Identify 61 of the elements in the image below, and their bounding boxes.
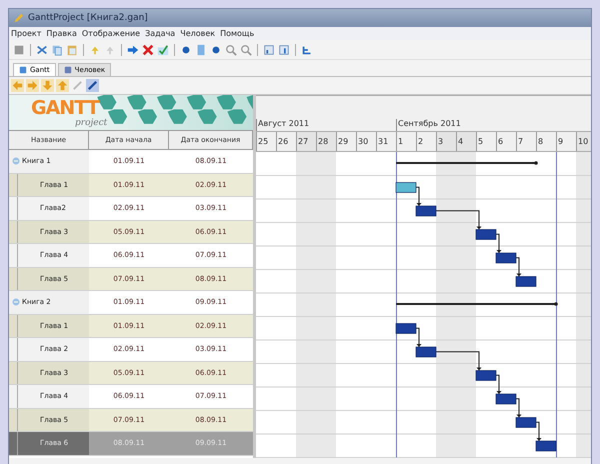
dependency-arrow [516,257,522,277]
day-header: 10 [576,132,591,151]
down-arrow-icon[interactable] [41,79,54,92]
arrow-icon[interactable] [127,44,139,56]
zoom-out-icon[interactable] [240,44,252,56]
day-header: 25 [256,132,276,151]
day-header: 30 [356,132,376,151]
day-header: 31 [376,132,396,151]
task-bar[interactable] [496,394,516,404]
task-bar[interactable] [516,417,536,428]
day-header: 1 [396,132,416,151]
menu-item[interactable]: Отображение [82,29,140,38]
dependency-arrow [516,398,522,418]
menu-item[interactable]: Проект [11,29,42,38]
task-bar[interactable] [536,440,556,452]
dependency-arrow [416,186,422,206]
task-bar[interactable] [396,323,416,334]
task-bar[interactable] [416,346,436,358]
dot-icon[interactable] [210,44,222,56]
delete-icon[interactable] [142,44,154,56]
day-header: 27 [296,132,316,151]
task-bar[interactable] [476,229,496,240]
task-bar[interactable] [396,182,416,193]
task-bar[interactable] [496,252,516,264]
summary-bar[interactable] [396,161,538,165]
task-bar[interactable] [516,276,536,287]
up-arrow-icon[interactable] [56,79,69,92]
dependency-arrow [496,234,502,254]
right-arrow-icon[interactable] [26,79,39,92]
menu-item[interactable]: Задача [145,29,176,38]
check-icon[interactable] [157,44,169,56]
day-header: 6 [496,132,516,151]
menu-item[interactable]: Правка [46,29,77,38]
square-icon[interactable] [13,44,25,56]
dependency-arrow [416,328,422,348]
task-bar[interactable] [476,370,496,381]
day-header: 29 [336,132,356,151]
collapse-icon[interactable] [12,298,20,306]
day-header: 8 [536,132,556,151]
left-arrow-icon[interactable] [11,79,24,92]
day-header: 7 [516,132,536,151]
dependency-arrow [436,351,482,371]
day-header: 3 [436,132,456,151]
paste-icon[interactable] [66,44,78,56]
summary-bar[interactable] [396,302,558,306]
collapse-icon[interactable] [12,157,20,166]
day-header: 5 [476,132,496,151]
zoom-in-icon[interactable] [225,44,237,56]
logo-title: GANTT [31,98,99,118]
dependency-arrow [496,374,502,394]
copy-icon[interactable] [51,44,63,56]
window-title: GanttProject [Книга2.gan] [28,13,148,23]
day-header: 4 [456,132,476,151]
logo-subtitle: project [75,118,108,128]
dependency-arrow [536,422,542,442]
dependency-arrow [436,210,482,230]
menu-item[interactable]: Человек [180,29,216,38]
menu-item[interactable]: Помощь [220,29,254,38]
task-bar[interactable] [416,206,436,216]
day-header: 28 [316,132,336,151]
dot-icon[interactable] [180,44,192,56]
